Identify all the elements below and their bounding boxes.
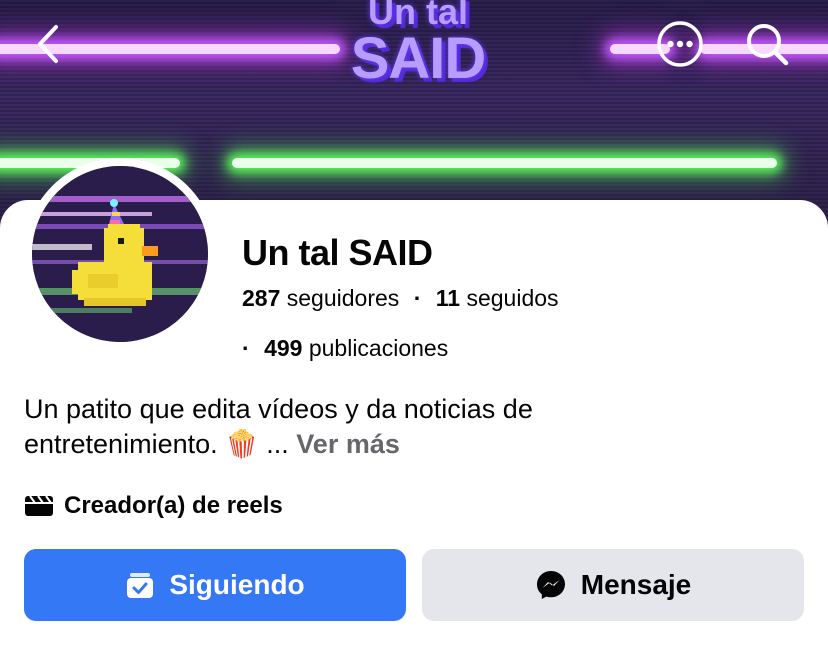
- post-stats: · 499 publicaciones: [242, 335, 448, 362]
- message-button[interactable]: Mensaje: [422, 549, 804, 621]
- cover-logo: Un tal SAID: [348, 0, 488, 88]
- back-button[interactable]: [28, 22, 68, 66]
- page-title: Un tal SAID: [242, 232, 433, 273]
- following-check-icon: [125, 570, 155, 600]
- following-count[interactable]: 11: [436, 285, 460, 311]
- following-label[interactable]: seguidos: [466, 285, 558, 311]
- followers-label[interactable]: seguidores: [287, 285, 400, 311]
- cover-logo-line2: SAID: [350, 26, 487, 91]
- followers-count[interactable]: 287: [242, 285, 280, 311]
- profile-category: Creador(a) de reels: [24, 492, 283, 520]
- more-options-button[interactable]: [656, 20, 704, 68]
- chevron-left-icon: [38, 25, 58, 63]
- follow-stats: 287 seguidores · 11 seguidos: [242, 285, 559, 312]
- clapperboard-icon: [25, 495, 53, 516]
- category-label: Creador(a) de reels: [64, 492, 283, 519]
- avatar: [32, 166, 208, 342]
- search-button[interactable]: [742, 20, 792, 70]
- stats-separator: ·: [413, 285, 422, 311]
- see-more-link[interactable]: Ver más: [296, 429, 400, 459]
- message-button-label: Mensaje: [580, 569, 692, 600]
- bio-ellipsis: ...: [266, 429, 289, 459]
- more-horizontal-icon: [657, 21, 703, 67]
- following-button[interactable]: Siguiendo: [24, 549, 406, 621]
- posts-count: 499: [264, 335, 303, 361]
- messenger-icon: [535, 569, 567, 601]
- posts-label: publicaciones: [308, 335, 449, 361]
- duck-avatar-image: [32, 166, 208, 342]
- following-button-label: Siguiendo: [169, 569, 305, 600]
- cover-neon-line: [232, 158, 777, 168]
- stats-separator: ·: [242, 335, 250, 361]
- search-icon: [747, 24, 789, 66]
- profile-avatar[interactable]: [24, 158, 216, 350]
- profile-bio: Un patito que edita vídeos y da noticias…: [24, 392, 724, 462]
